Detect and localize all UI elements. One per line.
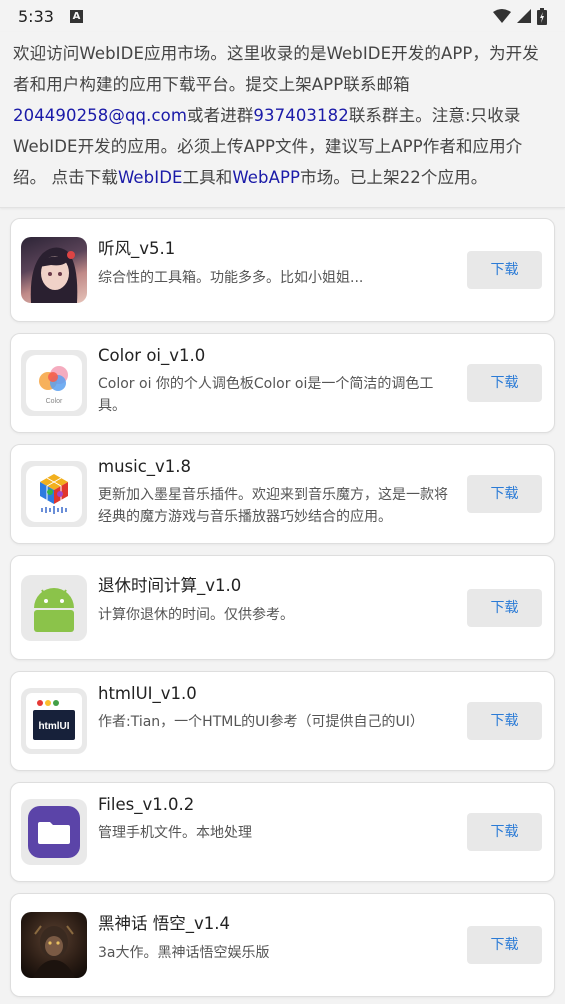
app-desc: 3a大作。黑神话悟空娱乐版 bbox=[98, 945, 270, 961]
folder-icon bbox=[21, 799, 87, 865]
download-button[interactable]: 下载 bbox=[467, 364, 542, 402]
app-card[interactable]: music_v1.8 更新加入墨星音乐插件。欢迎来到音乐魔方，这是一款将经典的魔… bbox=[10, 444, 555, 544]
app-desc: 综合性的工具箱。功能多多。比如小姐姐... bbox=[98, 270, 364, 286]
rubiks-cube-icon bbox=[21, 461, 87, 527]
app-title: 听风_v5.1 bbox=[98, 239, 176, 258]
notification-a-icon: A bbox=[69, 9, 83, 23]
app-title: 黑神话 悟空_v1.4 bbox=[98, 914, 230, 933]
email-link[interactable]: 204490258@qq.com bbox=[13, 106, 187, 125]
webide-link[interactable]: WebIDE bbox=[118, 168, 183, 187]
download-button[interactable]: 下载 bbox=[467, 588, 542, 627]
app-desc: Color oi 你的个人调色板Color oi是一个简洁的调色工具。 bbox=[98, 376, 434, 414]
app-card[interactable]: Files_v1.0.2 管理手机文件。本地处理 下载 bbox=[10, 782, 555, 882]
app-desc: 作者:Tian，一个HTML的UI参考（可提供自己的UI） bbox=[98, 714, 424, 730]
intro-part: 工具和 bbox=[182, 168, 233, 187]
intro-part: 市场。已上架22个应用。 bbox=[300, 168, 488, 187]
app-title: Files_v1.0.2 bbox=[98, 795, 195, 814]
app-card[interactable]: htmlUI htmlUI_v1.0 作者:Tian，一个HTML的UI参考（可… bbox=[10, 671, 555, 771]
app-list: 听风_v5.1 综合性的工具箱。功能多多。比如小姐姐... 下载 Color C… bbox=[0, 208, 565, 997]
download-button[interactable]: 下载 bbox=[467, 702, 542, 740]
app-card[interactable]: Color Color oi_v1.0 Color oi 你的个人调色板Colo… bbox=[10, 333, 555, 433]
app-card[interactable]: 黑神话 悟空_v1.4 3a大作。黑神话悟空娱乐版 下载 bbox=[10, 893, 555, 997]
download-button[interactable]: 下载 bbox=[467, 475, 542, 513]
wifi-icon bbox=[493, 9, 511, 23]
status-bar: 5:33 A bbox=[0, 0, 565, 32]
android-icon bbox=[21, 574, 87, 641]
app-card[interactable]: 听风_v5.1 综合性的工具箱。功能多多。比如小姐姐... 下载 bbox=[10, 218, 555, 322]
intro-part: 或者进群 bbox=[187, 106, 254, 125]
app-card[interactable]: 退休时间计算_v1.0 计算你退休的时间。仅供参考。 下载 bbox=[10, 555, 555, 660]
webapp-link[interactable]: WebAPP bbox=[232, 168, 300, 187]
app-title: music_v1.8 bbox=[98, 457, 192, 476]
app-title: Color oi_v1.0 bbox=[98, 346, 206, 365]
download-button[interactable]: 下载 bbox=[467, 251, 542, 289]
signal-icon bbox=[517, 9, 531, 23]
status-time: 5:33 bbox=[18, 6, 54, 26]
download-button[interactable]: 下载 bbox=[467, 813, 542, 851]
intro-part: 欢迎访问WebIDE应用市场。这里收录的是WebIDE开发的APP，为开发者和用… bbox=[13, 44, 539, 94]
color-palette-icon: Color bbox=[21, 350, 87, 416]
app-title: 退休时间计算_v1.0 bbox=[98, 576, 242, 595]
download-button[interactable]: 下载 bbox=[467, 926, 542, 964]
intro-text: 欢迎访问WebIDE应用市场。这里收录的是WebIDE开发的APP，为开发者和用… bbox=[0, 32, 565, 208]
app-desc: 管理手机文件。本地处理 bbox=[98, 825, 252, 841]
anime-girl-icon bbox=[21, 237, 87, 303]
wukong-icon bbox=[21, 912, 87, 978]
group-link[interactable]: 937403182 bbox=[253, 106, 348, 125]
html-ui-icon: htmlUI bbox=[21, 688, 87, 754]
app-desc: 计算你退休的时间。仅供参考。 bbox=[98, 607, 294, 623]
app-desc: 更新加入墨星音乐插件。欢迎来到音乐魔方，这是一款将经典的魔方游戏与音乐播放器巧妙… bbox=[98, 487, 448, 525]
html-icon-text: htmlUI bbox=[38, 721, 69, 732]
battery-icon bbox=[537, 7, 547, 25]
app-title: htmlUI_v1.0 bbox=[98, 684, 197, 703]
color-icon-text: Color bbox=[46, 398, 63, 405]
